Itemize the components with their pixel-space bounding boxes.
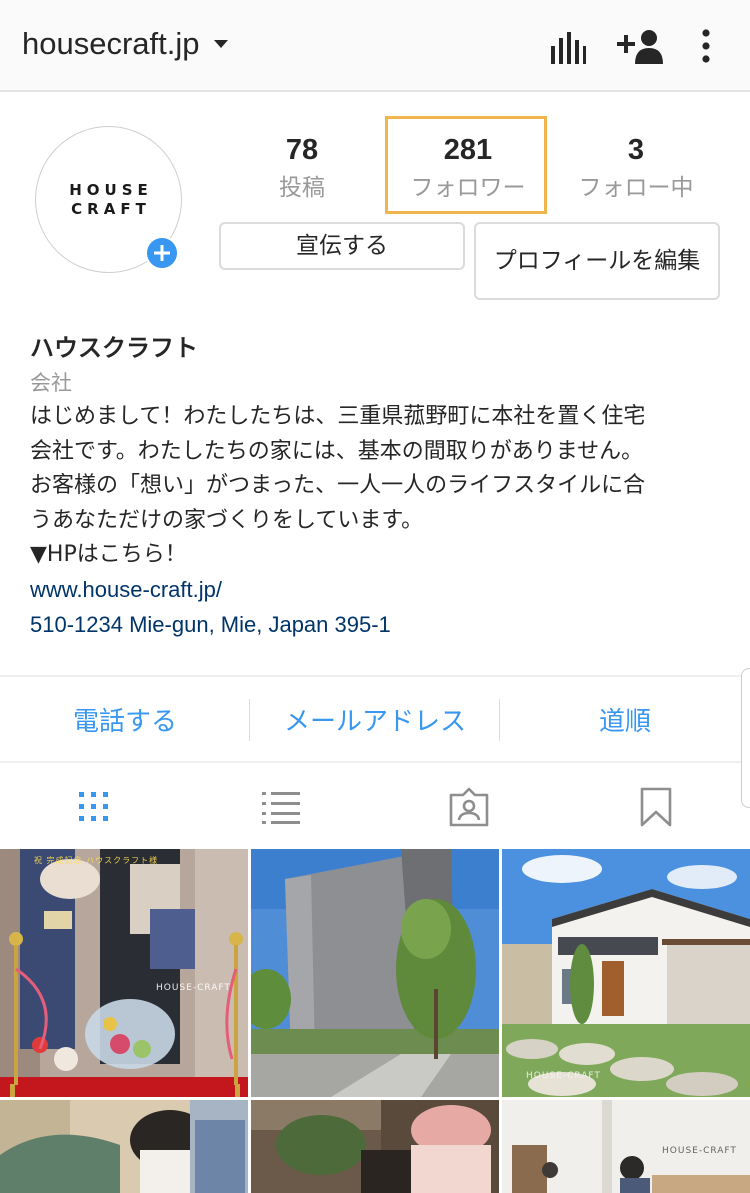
tagged-icon: [449, 787, 488, 827]
tab-tagged[interactable]: [375, 765, 562, 849]
tab-saved[interactable]: [562, 765, 749, 849]
list-icon: [261, 792, 300, 824]
tab-grid[interactable]: [0, 765, 187, 849]
call-button[interactable]: 電話する: [0, 677, 250, 761]
followers-highlight-box: [385, 116, 547, 214]
email-button[interactable]: メールアドレス: [250, 677, 500, 761]
saved-icon: [640, 787, 671, 827]
bio-section: ハウスクラフト 会社 はじめまして！わたしたちは、三重県菰野町に本社を置く住宅 …: [30, 330, 730, 642]
account-switcher[interactable]: housecraft.jp: [22, 26, 228, 62]
bio-line: お客様の「想い」がつまった、一人一人のライフスタイルに合: [30, 473, 646, 499]
post-thumbnail[interactable]: HOUSE-CRAFT: [502, 849, 750, 1097]
post-thumbnail[interactable]: [251, 1100, 499, 1193]
following-count: 3: [627, 134, 645, 166]
insights-icon[interactable]: [550, 26, 586, 70]
post-grid: 祝 完成記念 ハウスクラフト様 HOUSE-CRAFT HOUSE-CRAFT …: [0, 849, 750, 1193]
post-image-garden: [251, 1100, 499, 1193]
post-thumbnail[interactable]: [0, 1100, 248, 1193]
post-thumbnail[interactable]: 祝 完成記念 ハウスクラフト様 HOUSE-CRAFT: [0, 849, 248, 1097]
following-label: フォロー中: [578, 175, 694, 201]
contact-bar: 電話する メールアドレス 道順: [0, 675, 750, 763]
post-thumbnail[interactable]: [251, 849, 499, 1097]
watermark: HOUSE-CRAFT: [662, 1146, 737, 1156]
post-image-ceremony: [0, 849, 248, 1097]
post-image-people: [0, 1100, 248, 1193]
profile-category: 会社: [30, 371, 72, 395]
stat-following[interactable]: 3 フォロー中: [556, 130, 716, 206]
watermark: HOUSE-CRAFT: [526, 1071, 601, 1081]
directions-button[interactable]: 道順: [500, 677, 750, 761]
username: housecraft.jp: [22, 26, 200, 61]
bio-line: うあなただけの家づくりをしています。: [30, 507, 424, 533]
profile-name: ハウスクラフト: [30, 334, 198, 362]
top-bar: housecraft.jp: [0, 0, 750, 92]
posts-count: 78: [285, 134, 319, 166]
posts-label: 投稿: [279, 175, 325, 201]
address-link[interactable]: 510-1234 Mie-gun, Mie, Japan 395-1: [30, 608, 730, 643]
add-person-icon[interactable]: [617, 28, 665, 70]
tab-list[interactable]: [187, 765, 374, 849]
edit-profile-button[interactable]: プロフィールを編集: [474, 222, 720, 300]
post-image-house-white: [502, 849, 750, 1097]
bio-line: はじめまして！わたしたちは、三重県菰野町に本社を置く住宅: [30, 404, 646, 429]
bio-line: ▼HPはこちら！: [30, 542, 187, 568]
promote-button[interactable]: 宣伝する: [219, 222, 465, 270]
avatar-logo-line-2: CRAFT: [71, 199, 151, 218]
watermark: HOUSE-CRAFT: [156, 983, 231, 993]
plus-icon: [154, 245, 170, 261]
avatar-logo-line-1: HOUSE: [69, 180, 153, 199]
stat-posts[interactable]: 78 投稿: [222, 130, 382, 206]
profile-tabs: [0, 765, 750, 849]
post-image-house-grey: [251, 849, 499, 1097]
post-thumbnail[interactable]: HOUSE-CRAFT: [502, 1100, 750, 1193]
sign-text: 祝 完成記念 ハウスクラフト様: [34, 856, 159, 865]
more-vertical-icon[interactable]: [700, 28, 712, 68]
chevron-down-icon: [213, 40, 228, 48]
website-link[interactable]: www.house-craft.jp/: [30, 573, 730, 608]
grid-icon: [78, 792, 108, 821]
add-story-button[interactable]: [145, 236, 179, 270]
bio-line: 会社です。わたしたちの家には、基本の間取りがありません。: [30, 438, 644, 464]
scrollbar-handle[interactable]: [741, 668, 750, 808]
